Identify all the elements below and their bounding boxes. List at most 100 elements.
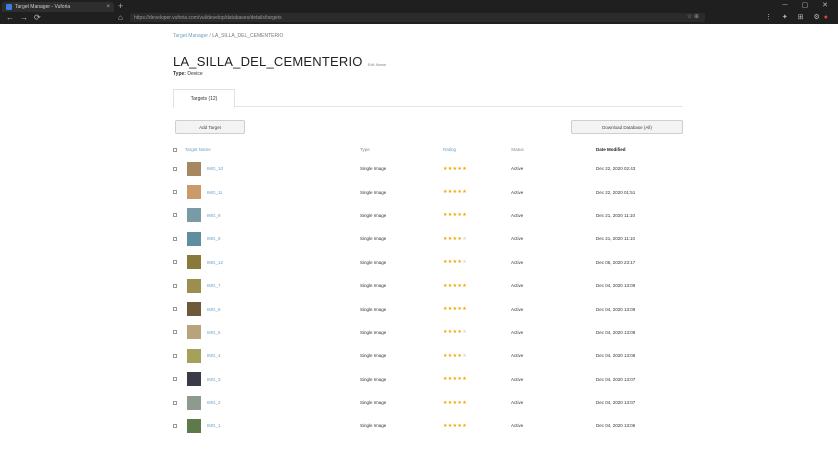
- address-bar[interactable]: https://developer.vuforia.com/vui/develo…: [130, 13, 705, 22]
- header-status: Status: [511, 147, 524, 152]
- favicon-icon: [6, 4, 12, 10]
- new-tab-icon[interactable]: +: [118, 1, 123, 11]
- target-type: Single Image: [360, 259, 387, 265]
- table-row[interactable]: IMG_1 Single Image ★★★★★ Active Dec 04, 2020…: [173, 414, 683, 437]
- forward-icon[interactable]: →: [20, 13, 28, 22]
- window-controls[interactable]: ─ ▢ ✕: [783, 1, 834, 9]
- table-row[interactable]: IMG_4 Single Image ★★★★★ Active Dec 04, 2020…: [173, 344, 683, 367]
- target-date-modified: Dec 04, 2020 13:07: [596, 376, 636, 382]
- table-row[interactable]: IMG_9 Single Image ★★★★★ Active Dec 21, 2020…: [173, 204, 683, 227]
- rating-stars: ★★★★★: [443, 400, 467, 406]
- target-name-link[interactable]: IMG_11: [207, 190, 223, 195]
- target-name-link[interactable]: IMG_5: [207, 330, 221, 335]
- header-target-name[interactable]: Target Name: [185, 147, 211, 152]
- download-database-button[interactable]: Download Database (All): [571, 120, 683, 134]
- extension-icon[interactable]: ●: [824, 14, 832, 21]
- row-checkbox[interactable]: [173, 190, 177, 195]
- star-icon: ★: [462, 306, 467, 313]
- rating-stars: ★★★★★: [443, 306, 467, 312]
- target-name-link[interactable]: IMG_2: [207, 400, 221, 405]
- table-row[interactable]: IMG_12 Single Image ★★★★★ Active Dec 06, 202…: [173, 251, 683, 274]
- target-name-link[interactable]: IMG_6: [207, 307, 221, 312]
- add-target-button[interactable]: Add Target: [175, 120, 245, 134]
- breadcrumb-root[interactable]: Target Manager: [173, 33, 208, 39]
- target-name-link[interactable]: IMG_8: [207, 236, 221, 241]
- row-checkbox[interactable]: [173, 283, 177, 288]
- table-row[interactable]: IMG_2 Single Image ★★★★★ Active Dec 04, 2020…: [173, 391, 683, 414]
- table-row[interactable]: IMG_10 Single Image ★★★★★ Active Dec 22, 202…: [173, 157, 683, 180]
- star-icon: ★: [462, 329, 467, 336]
- title-row: LA_SILLA_DEL_CEMENTERIO Edit Name: [173, 54, 683, 69]
- select-all-checkbox[interactable]: [173, 147, 177, 152]
- table-header: Target Name Type Rating Status Date Modi…: [173, 142, 683, 157]
- target-name-link[interactable]: IMG_4: [207, 353, 221, 358]
- back-icon[interactable]: ←: [6, 13, 14, 22]
- extensions-toolbar[interactable]: ⋮ ✦ ⊞ ⚙●: [765, 13, 832, 21]
- target-date-modified: Dec 04, 2020 13:08: [596, 353, 636, 359]
- star-icon: ★: [462, 282, 467, 289]
- star-icon: ★: [462, 399, 467, 406]
- table-row[interactable]: IMG_7 Single Image ★★★★★ Active Dec 04, 2020…: [173, 274, 683, 297]
- reload-icon[interactable]: ⟳: [34, 13, 41, 22]
- targets-table: Target Name Type Rating Status Date Modi…: [173, 142, 683, 438]
- rating-stars: ★★★★★: [443, 283, 467, 289]
- row-checkbox[interactable]: [173, 236, 177, 241]
- tab-targets[interactable]: Targets (12): [173, 89, 235, 108]
- rating-stars: ★★★★★: [443, 166, 467, 172]
- target-thumbnail: [187, 185, 201, 200]
- header-rating[interactable]: Rating: [443, 147, 456, 152]
- target-status: Active: [511, 400, 524, 406]
- target-name-link[interactable]: IMG_9: [207, 213, 221, 218]
- target-name-link[interactable]: IMG_10: [207, 166, 223, 171]
- browser-tab[interactable]: Target Manager - Vuforia ×: [2, 2, 114, 12]
- target-name-link[interactable]: IMG_12: [207, 260, 223, 265]
- target-date-modified: Dec 04, 2020 13:09: [596, 283, 636, 289]
- header-date-modified[interactable]: Date Modified: [596, 147, 683, 152]
- close-tab-icon[interactable]: ×: [106, 4, 110, 10]
- bookmark-icon[interactable]: ☆ ⊕: [687, 13, 699, 20]
- toolbar-icons[interactable]: ⋮ ✦ ⊞ ⚙: [765, 14, 824, 21]
- row-checkbox[interactable]: [173, 353, 177, 358]
- row-checkbox[interactable]: [173, 400, 177, 405]
- table-row[interactable]: IMG_8 Single Image ★★★★★ Active Dec 21, 2020…: [173, 227, 683, 250]
- type-value: Device: [187, 71, 203, 77]
- star-icon: ★: [462, 352, 467, 359]
- row-checkbox[interactable]: [173, 166, 177, 171]
- target-status: Active: [511, 306, 524, 312]
- star-icon: ★: [462, 259, 467, 266]
- target-thumbnail: [187, 302, 201, 317]
- rating-stars: ★★★★★: [443, 353, 467, 359]
- target-type: Single Image: [360, 376, 387, 382]
- target-status: Active: [511, 236, 524, 242]
- star-icon: ★: [462, 212, 467, 219]
- table-row[interactable]: IMG_11 Single Image ★★★★★ Active Dec 22, 202…: [173, 180, 683, 203]
- row-checkbox[interactable]: [173, 213, 177, 218]
- target-thumbnail: [187, 325, 201, 340]
- target-thumbnail: [187, 208, 201, 223]
- target-name-link[interactable]: IMG_7: [207, 283, 221, 288]
- row-checkbox[interactable]: [173, 423, 177, 428]
- row-checkbox[interactable]: [173, 260, 177, 265]
- main-content: Target Manager / LA_SILLA_DEL_CEMENTERIO…: [173, 30, 683, 438]
- target-date-modified: Dec 04, 2020 13:08: [596, 329, 636, 335]
- target-type: Single Image: [360, 212, 387, 218]
- star-icon: ★: [462, 422, 467, 429]
- target-date-modified: Dec 22, 2020 01:51: [596, 189, 636, 195]
- row-checkbox[interactable]: [173, 330, 177, 335]
- table-row[interactable]: IMG_3 Single Image ★★★★★ Active Dec 04, 2020…: [173, 368, 683, 391]
- table-row[interactable]: IMG_5 Single Image ★★★★★ Active Dec 04, 2020…: [173, 321, 683, 344]
- target-status: Active: [511, 423, 524, 429]
- target-date-modified: Dec 04, 2020 13:07: [596, 400, 636, 406]
- row-checkbox[interactable]: [173, 307, 177, 312]
- target-thumbnail: [187, 372, 201, 387]
- target-thumbnail: [187, 348, 201, 363]
- header-type: Type: [360, 147, 370, 152]
- table-row[interactable]: IMG_6 Single Image ★★★★★ Active Dec 04, 2020…: [173, 297, 683, 320]
- row-checkbox[interactable]: [173, 377, 177, 382]
- home-icon[interactable]: ⌂: [118, 13, 123, 22]
- rating-stars: ★★★★★: [443, 189, 467, 195]
- target-name-link[interactable]: IMG_3: [207, 377, 221, 382]
- target-name-link[interactable]: IMG_1: [207, 423, 221, 428]
- edit-name-link[interactable]: Edit Name: [368, 62, 387, 67]
- target-date-modified: Dec 22, 2020 02:43: [596, 166, 636, 172]
